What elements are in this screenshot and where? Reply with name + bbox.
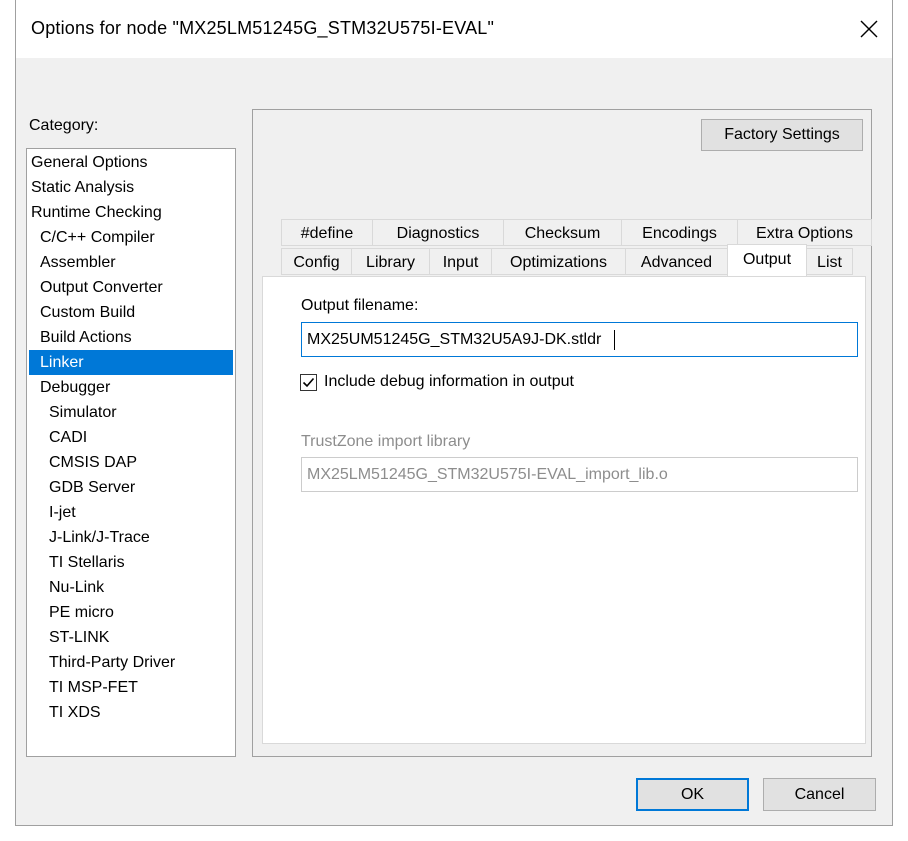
tab-config[interactable]: Config [281,248,352,275]
category-item-third-party-driver[interactable]: Third-Party Driver [27,650,233,675]
tab-diagnostics[interactable]: Diagnostics [372,219,504,246]
trustzone-label: TrustZone import library [301,433,471,450]
category-item-runtime-checking[interactable]: Runtime Checking [27,200,233,225]
tab-extra-options[interactable]: Extra Options [737,219,872,246]
category-item-nu-link[interactable]: Nu-Link [27,575,233,600]
tab-define[interactable]: #define [281,219,373,246]
trustzone-input [301,457,858,492]
ok-button[interactable]: OK [636,778,749,811]
category-item-ti-msp-fet[interactable]: TI MSP-FET [27,675,233,700]
category-item-ti-xds[interactable]: TI XDS [27,700,233,725]
tab-advanced[interactable]: Advanced [625,248,728,275]
category-list[interactable]: General Options Static Analysis Runtime Ch… [26,148,236,757]
close-icon [860,20,878,38]
cancel-button[interactable]: Cancel [763,778,876,811]
tab-list[interactable]: List [806,248,853,275]
category-item-general-options[interactable]: General Options [27,150,233,175]
category-item-simulator[interactable]: Simulator [27,400,233,425]
output-filename-input[interactable] [301,322,858,357]
factory-settings-button[interactable]: Factory Settings [701,119,863,151]
include-debug-label: Include debug information in output [324,373,574,390]
window-title: Options for node "MX25LM51245G_STM32U575… [31,18,495,38]
tab-output[interactable]: Output [727,244,807,276]
category-item-assembler[interactable]: Assembler [27,250,233,275]
category-item-cmsis-dap[interactable]: CMSIS DAP [27,450,233,475]
tab-checksum[interactable]: Checksum [503,219,622,246]
text-caret [614,330,615,350]
category-label: Category: [29,117,99,134]
category-item-output-converter[interactable]: Output Converter [27,275,233,300]
category-item-ti-stellaris[interactable]: TI Stellaris [27,550,233,575]
title-bar: Options for node "MX25LM51245G_STM32U575… [16,0,892,58]
category-item-gdb-server[interactable]: GDB Server [27,475,233,500]
category-item-j-link-j-trace[interactable]: J-Link/J-Trace [27,525,233,550]
category-item-linker[interactable]: Linker [29,350,233,375]
include-debug-row[interactable]: Include debug information in output [300,372,574,392]
tab-input[interactable]: Input [429,248,492,275]
category-item-cadi[interactable]: CADI [27,425,233,450]
category-item-st-link[interactable]: ST-LINK [27,625,233,650]
category-item-static-analysis[interactable]: Static Analysis [27,175,233,200]
category-item-build-actions[interactable]: Build Actions [27,325,233,350]
output-filename-label: Output filename: [301,297,419,314]
checkmark-icon [302,377,315,387]
category-item-debugger[interactable]: Debugger [27,375,233,400]
category-item-pe-micro[interactable]: PE micro [27,600,233,625]
category-item-i-jet[interactable]: I-jet [27,500,233,525]
tab-encodings[interactable]: Encodings [621,219,738,246]
include-debug-checkbox[interactable] [300,373,317,391]
category-item-custom-build[interactable]: Custom Build [27,300,233,325]
close-button[interactable] [846,0,892,58]
category-item-c-c-compiler[interactable]: C/C++ Compiler [27,225,233,250]
tab-library[interactable]: Library [351,248,430,275]
tab-optimizations[interactable]: Optimizations [491,248,626,275]
